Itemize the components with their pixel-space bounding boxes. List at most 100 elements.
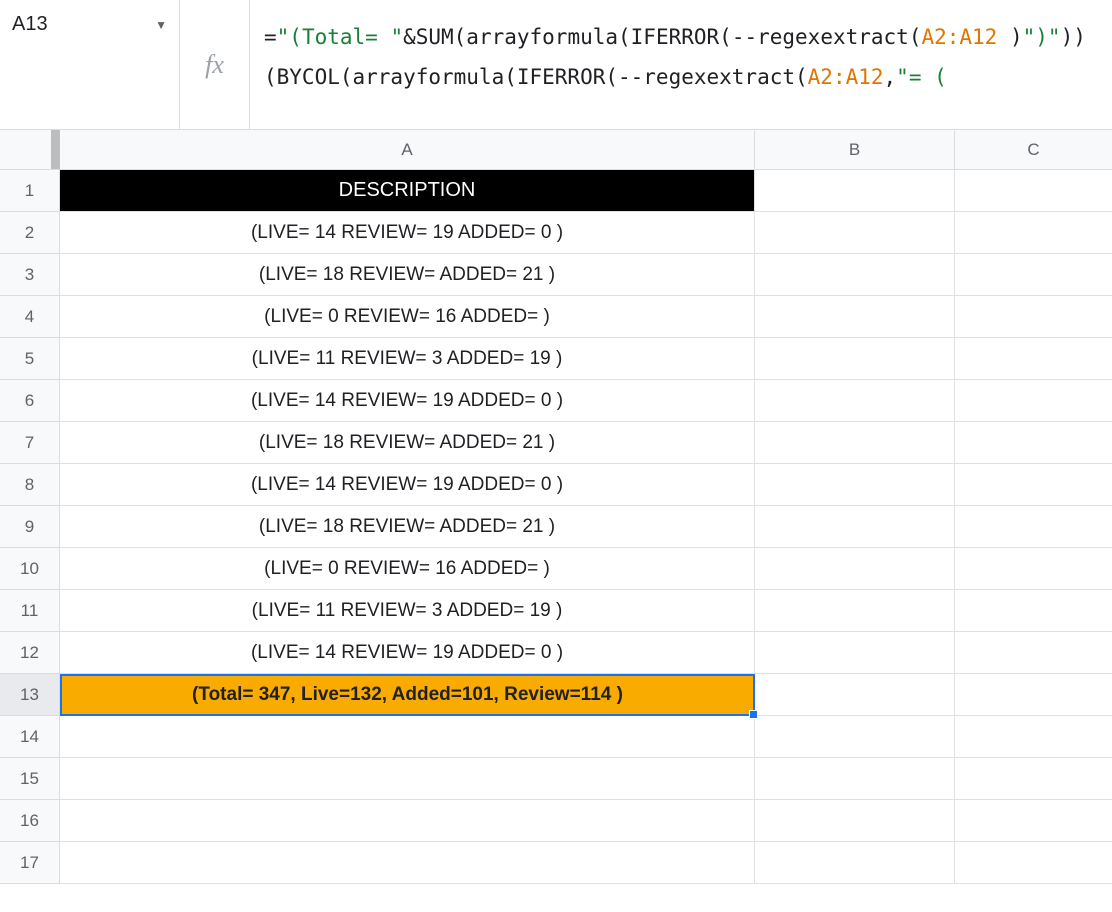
cell[interactable] [755, 758, 955, 800]
table-row: 8(LIVE= 14 REVIEW= 19 ADDED= 0 ) [0, 464, 1112, 506]
table-row: 13(Total= 347, Live=132, Added=101, Revi… [0, 674, 1112, 716]
cell[interactable] [955, 170, 1112, 212]
row-header[interactable]: 10 [0, 548, 60, 590]
cell[interactable] [755, 338, 955, 380]
active-cell[interactable]: (Total= 347, Live=132, Added=101, Review… [60, 674, 755, 716]
cell[interactable] [755, 716, 955, 758]
cell[interactable] [955, 254, 1112, 296]
cell[interactable] [955, 548, 1112, 590]
row-header[interactable]: 3 [0, 254, 60, 296]
row-header[interactable]: 11 [0, 590, 60, 632]
cell[interactable] [955, 590, 1112, 632]
row-header[interactable]: 17 [0, 842, 60, 884]
cell[interactable] [755, 632, 955, 674]
column-header-a[interactable]: A [60, 130, 755, 169]
row-header[interactable]: 5 [0, 338, 60, 380]
cell[interactable] [955, 758, 1112, 800]
cell[interactable] [955, 800, 1112, 842]
cell[interactable] [755, 296, 955, 338]
row-header[interactable]: 8 [0, 464, 60, 506]
table-row: 3(LIVE= 18 REVIEW= ADDED= 21 ) [0, 254, 1112, 296]
table-row: 14 [0, 716, 1112, 758]
cell[interactable] [755, 548, 955, 590]
row-header[interactable]: 1 [0, 170, 60, 212]
cell[interactable]: (LIVE= 18 REVIEW= ADDED= 21 ) [60, 506, 755, 548]
row-header[interactable]: 9 [0, 506, 60, 548]
cell[interactable] [955, 296, 1112, 338]
select-all-corner[interactable] [0, 130, 60, 169]
cell[interactable] [60, 758, 755, 800]
table-row: 12(LIVE= 14 REVIEW= 19 ADDED= 0 ) [0, 632, 1112, 674]
cell[interactable] [755, 674, 955, 716]
row-header[interactable]: 12 [0, 632, 60, 674]
cell[interactable] [755, 422, 955, 464]
name-box-spacer [0, 50, 180, 129]
formula-token: ")" [1023, 25, 1061, 49]
formula-token: = [264, 25, 277, 49]
column-header-b[interactable]: B [755, 130, 955, 169]
cell[interactable] [955, 464, 1112, 506]
cell[interactable] [60, 716, 755, 758]
row-header[interactable]: 2 [0, 212, 60, 254]
cell[interactable]: (LIVE= 0 REVIEW= 16 ADDED= ) [60, 548, 755, 590]
cell[interactable] [755, 506, 955, 548]
cell[interactable]: (LIVE= 11 REVIEW= 3 ADDED= 19 ) [60, 338, 755, 380]
row-header[interactable]: 14 [0, 716, 60, 758]
table-row: 5(LIVE= 11 REVIEW= 3 ADDED= 19 ) [0, 338, 1112, 380]
selection-handle[interactable] [749, 710, 758, 719]
name-box[interactable]: A13 ▼ [0, 0, 180, 50]
cell[interactable] [955, 338, 1112, 380]
cell[interactable]: (LIVE= 0 REVIEW= 16 ADDED= ) [60, 296, 755, 338]
cell[interactable] [60, 842, 755, 884]
column-headers: A B C [0, 130, 1112, 170]
cell[interactable] [755, 464, 955, 506]
name-box-value: A13 [12, 13, 48, 36]
cell[interactable]: (LIVE= 14 REVIEW= 19 ADDED= 0 ) [60, 464, 755, 506]
cell[interactable] [755, 170, 955, 212]
table-row: 15 [0, 758, 1112, 800]
cell[interactable] [755, 212, 955, 254]
cell[interactable] [955, 674, 1112, 716]
row-header[interactable]: 6 [0, 380, 60, 422]
row-header[interactable]: 16 [0, 800, 60, 842]
table-row: 4(LIVE= 0 REVIEW= 16 ADDED= ) [0, 296, 1112, 338]
row-header[interactable]: 15 [0, 758, 60, 800]
name-box-dropdown-icon[interactable]: ▼ [155, 18, 167, 32]
cell[interactable] [60, 800, 755, 842]
cell[interactable]: (LIVE= 18 REVIEW= ADDED= 21 ) [60, 422, 755, 464]
cell[interactable] [955, 842, 1112, 884]
cell[interactable] [755, 842, 955, 884]
formula-token: &SUM(arrayformula(IFERROR(--regexextract… [403, 25, 921, 49]
formula-input[interactable]: ="(Total= "&SUM(arrayformula(IFERROR(--r… [250, 0, 1112, 129]
formula-token: "= ( [896, 65, 947, 89]
formula-token: ) [997, 25, 1022, 49]
cell[interactable] [955, 632, 1112, 674]
cell[interactable] [755, 590, 955, 632]
cell[interactable] [955, 716, 1112, 758]
cell[interactable] [755, 800, 955, 842]
cell[interactable] [755, 254, 955, 296]
formula-token: A2:A12 [808, 65, 884, 89]
cell[interactable]: (LIVE= 18 REVIEW= ADDED= 21 ) [60, 254, 755, 296]
formula-token: A2:A12 [921, 25, 997, 49]
cell[interactable]: (LIVE= 14 REVIEW= 19 ADDED= 0 ) [60, 212, 755, 254]
cell[interactable] [955, 506, 1112, 548]
row-header[interactable]: 7 [0, 422, 60, 464]
table-row: 11(LIVE= 11 REVIEW= 3 ADDED= 19 ) [0, 590, 1112, 632]
column-header-c[interactable]: C [955, 130, 1112, 169]
cell[interactable]: (LIVE= 14 REVIEW= 19 ADDED= 0 ) [60, 380, 755, 422]
formula-bar-area: A13 ▼ fx ="(Total= "&SUM(arrayformula(IF… [0, 0, 1112, 130]
table-row: 17 [0, 842, 1112, 884]
cell[interactable] [755, 380, 955, 422]
formula-token: "(Total= " [277, 25, 403, 49]
cell[interactable]: (LIVE= 11 REVIEW= 3 ADDED= 19 ) [60, 590, 755, 632]
row-header[interactable]: 4 [0, 296, 60, 338]
cell[interactable] [955, 422, 1112, 464]
row-header[interactable]: 13 [0, 674, 60, 716]
cell[interactable]: (LIVE= 14 REVIEW= 19 ADDED= 0 ) [60, 632, 755, 674]
table-row: 10(LIVE= 0 REVIEW= 16 ADDED= ) [0, 548, 1112, 590]
cell[interactable] [955, 380, 1112, 422]
cell[interactable]: DESCRIPTION [60, 170, 755, 212]
table-row: 2(LIVE= 14 REVIEW= 19 ADDED= 0 ) [0, 212, 1112, 254]
cell[interactable] [955, 212, 1112, 254]
